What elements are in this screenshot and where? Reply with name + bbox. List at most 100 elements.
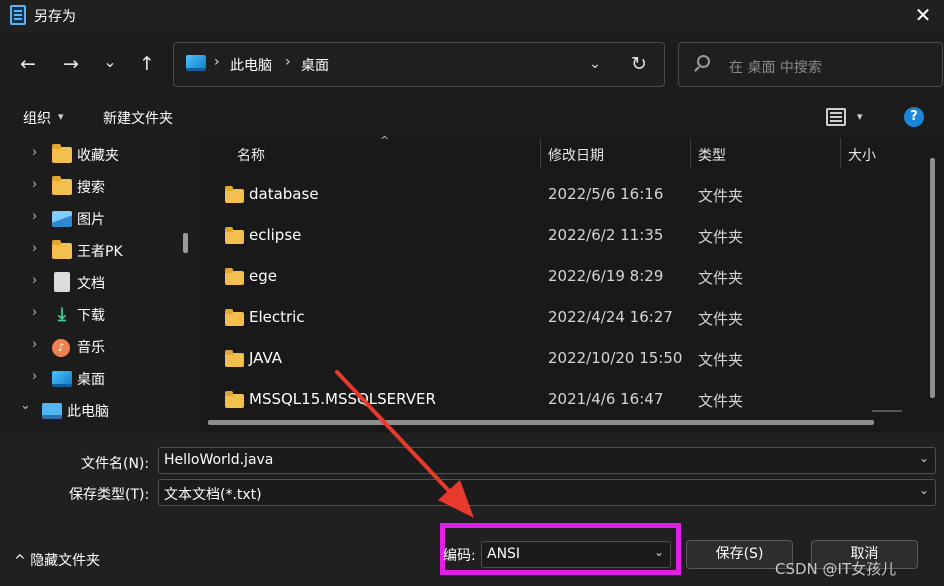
sort-ascending-icon: ^: [380, 134, 390, 147]
filename-field[interactable]: HelloWorld.java ⌄: [158, 447, 936, 474]
encoding-select[interactable]: ANSI ⌄: [481, 541, 671, 568]
horizontal-scrollbar[interactable]: [208, 420, 874, 425]
watermark: CSDN @IT女孩儿: [775, 560, 897, 578]
chevron-up-icon[interactable]: ^: [14, 553, 26, 569]
column-divider[interactable]: [690, 138, 691, 168]
file-name: JAVA: [249, 349, 283, 367]
folder-icon: [52, 176, 72, 195]
encoding-label: 编码:: [443, 548, 476, 564]
file-type: 文件夹: [698, 310, 744, 328]
file-type: 文件夹: [698, 228, 744, 246]
sidebar-item-desktop[interactable]: › 桌面: [0, 364, 196, 394]
recent-locations-icon[interactable]: ⌄: [97, 48, 123, 76]
refresh-icon[interactable]: ↻: [626, 50, 652, 78]
window-title: 另存为: [34, 9, 76, 25]
sidebar-item-searches[interactable]: › 搜索: [0, 172, 196, 202]
chevron-right-icon[interactable]: ›: [32, 337, 37, 352]
column-header-modified[interactable]: 修改日期: [548, 145, 604, 165]
filename-value[interactable]: HelloWorld.java: [164, 452, 273, 468]
breadcrumb-separator: ›: [214, 54, 220, 70]
chevron-right-icon[interactable]: ›: [32, 241, 37, 256]
sidebar-item-label: 此电脑: [67, 404, 109, 420]
sidebar-item-label: 图片: [77, 212, 105, 228]
music-icon: ♪: [52, 339, 70, 357]
column-header-name[interactable]: 名称: [237, 145, 265, 165]
forward-icon[interactable]: →: [58, 50, 84, 78]
file-modified: 2022/4/24 16:27: [548, 308, 673, 326]
back-icon[interactable]: ←: [15, 50, 41, 78]
chevron-down-icon[interactable]: ⌄: [919, 483, 929, 497]
chevron-right-icon[interactable]: ›: [32, 209, 37, 224]
filename-label: 文件名(N):: [81, 456, 150, 472]
column-header-type[interactable]: 类型: [698, 145, 726, 165]
caret-down-icon[interactable]: ▾: [857, 110, 863, 123]
address-bar[interactable]: › 此电脑 › 桌面 ⌄ ↻: [173, 42, 665, 87]
sidebar-item-label: 音乐: [77, 340, 105, 356]
up-icon[interactable]: ↑: [134, 50, 160, 78]
filetype-label: 保存类型(T):: [69, 487, 150, 503]
file-modified: 2022/5/6 16:16: [548, 185, 664, 203]
view-options-icon[interactable]: [826, 108, 846, 126]
sidebar-item-this-pc[interactable]: ⌄ 此电脑: [0, 396, 196, 426]
table-row[interactable]: eclipse 2022/6/2 11:35 文件夹: [200, 216, 936, 257]
sidebar-item-wangzhe-pk[interactable]: › 王者PK: [0, 236, 196, 266]
folder-icon: [52, 144, 72, 163]
column-header-size[interactable]: 大小: [848, 145, 876, 165]
column-divider[interactable]: [840, 138, 841, 168]
chevron-right-icon[interactable]: ›: [32, 177, 37, 192]
new-folder-button[interactable]: 新建文件夹: [103, 108, 173, 128]
filetype-value[interactable]: 文本文档(*.txt): [164, 484, 262, 504]
chevron-right-icon[interactable]: ›: [32, 273, 37, 288]
sidebar-item-documents[interactable]: › 文档: [0, 268, 196, 298]
close-icon[interactable]: ✕: [906, 0, 940, 30]
chevron-down-icon[interactable]: ⌄: [584, 51, 606, 77]
breadcrumb-desktop[interactable]: 桌面: [301, 55, 329, 75]
file-modified: 2022/10/20 15:50: [548, 349, 683, 367]
chevron-down-icon[interactable]: ⌄: [654, 545, 664, 559]
caret-down-icon[interactable]: ▾: [58, 110, 64, 123]
hide-folders-toggle[interactable]: ^ 隐藏文件夹: [14, 550, 100, 570]
sidebar-item-music[interactable]: › ♪ 音乐: [0, 332, 196, 362]
sidebar-item-downloads[interactable]: › ⤓ 下载: [0, 300, 196, 330]
chevron-right-icon[interactable]: ›: [32, 145, 37, 160]
file-modified: 2022/6/19 8:29: [548, 267, 664, 285]
table-row[interactable]: ege 2022/6/19 8:29 文件夹: [200, 257, 936, 298]
documents-icon: [54, 272, 70, 292]
chevron-down-icon[interactable]: ⌄: [20, 398, 31, 413]
sidebar-item-label: 下载: [77, 308, 105, 324]
sidebar-item-label: 桌面: [77, 372, 105, 388]
filetype-select[interactable]: 文本文档(*.txt) ⌄: [158, 479, 936, 506]
file-type: 文件夹: [698, 269, 744, 287]
breadcrumb-separator: ›: [285, 54, 291, 70]
table-row[interactable]: JAVA 2022/10/20 15:50 文件夹: [200, 339, 936, 380]
desktop-icon: [186, 55, 206, 71]
table-row[interactable]: MSSQL15.MSSQLSERVER 2021/4/6 16:47 文件夹: [200, 380, 936, 421]
download-icon: ⤓: [58, 304, 66, 325]
chevron-right-icon[interactable]: ›: [32, 369, 37, 384]
column-divider[interactable]: [540, 138, 541, 168]
pictures-icon: [52, 211, 72, 227]
chevron-down-icon[interactable]: ⌄: [919, 451, 929, 465]
organize-button[interactable]: 组织: [23, 108, 51, 128]
help-icon[interactable]: ?: [904, 107, 924, 127]
sidebar-item-label: 收藏夹: [77, 148, 119, 164]
vertical-scrollbar[interactable]: [930, 158, 935, 398]
file-name: Electric: [249, 308, 305, 326]
divider: [872, 410, 902, 412]
chevron-right-icon[interactable]: ›: [32, 305, 37, 320]
sidebar-scrollbar[interactable]: [183, 233, 188, 253]
file-name: MSSQL15.MSSQLSERVER: [249, 390, 436, 408]
search-box[interactable]: 在 桌面 中搜索: [678, 42, 943, 87]
file-type: 文件夹: [698, 187, 744, 205]
encoding-value[interactable]: ANSI: [487, 546, 520, 562]
file-name: eclipse: [249, 226, 302, 244]
sidebar-item-favorites[interactable]: › 收藏夹: [0, 140, 196, 170]
folder-icon: [225, 350, 244, 367]
folder-icon: [225, 227, 244, 244]
table-row[interactable]: database 2022/5/6 16:16 文件夹: [200, 175, 936, 216]
breadcrumb-this-pc[interactable]: 此电脑: [230, 55, 272, 75]
search-placeholder[interactable]: 在 桌面 中搜索: [729, 57, 822, 77]
sidebar-item-pictures[interactable]: › 图片: [0, 204, 196, 234]
folder-icon: [52, 240, 72, 259]
table-row[interactable]: Electric 2022/4/24 16:27 文件夹: [200, 298, 936, 339]
